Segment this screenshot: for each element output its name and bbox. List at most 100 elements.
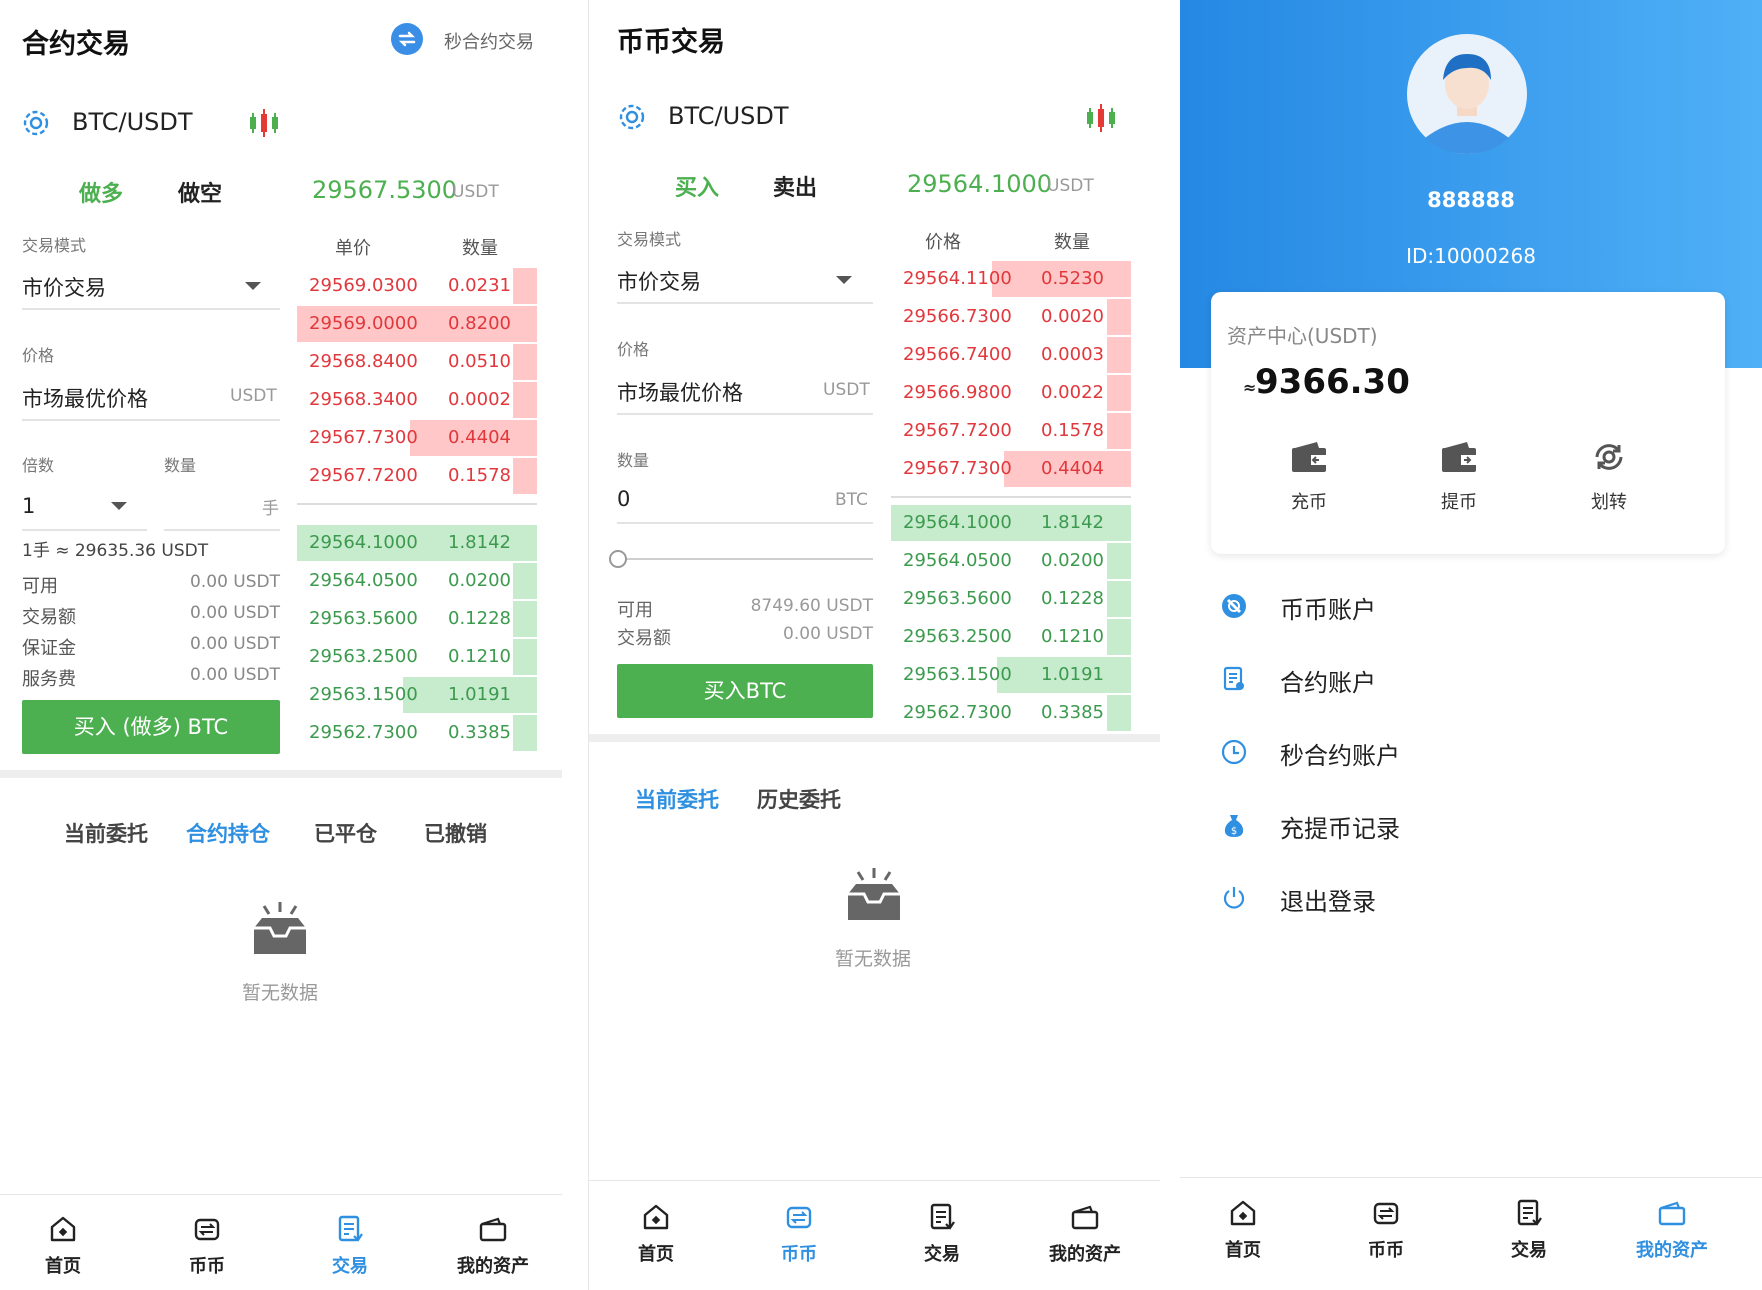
- username: 888888: [1427, 188, 1515, 212]
- orderbook-header-price: 单价: [335, 238, 371, 259]
- lot-info: 1手 ≈ 29635.36 USDT: [22, 541, 209, 561]
- qty-input[interactable]: 0: [617, 487, 630, 511]
- ask-qty: 0.0022: [1041, 382, 1104, 403]
- menu-icon-wrap: [1220, 665, 1248, 699]
- nav-item-label: 首页: [638, 1244, 674, 1265]
- nav-item-label: 币币: [1368, 1240, 1404, 1261]
- ask-price: 29567.7300: [309, 427, 418, 448]
- ask-row[interactable]: 29567.7200 0.1578: [891, 413, 1131, 449]
- amount-slider-handle[interactable]: [609, 550, 627, 568]
- nav-item[interactable]: 币币: [1326, 1198, 1446, 1262]
- chevron-down-icon[interactable]: [110, 500, 128, 512]
- ask-row[interactable]: 29564.1100 0.5230: [891, 261, 1131, 297]
- settings-gear-icon[interactable]: [616, 101, 648, 133]
- bid-row[interactable]: 29564.1000 1.8142: [297, 525, 537, 561]
- avatar[interactable]: [1407, 34, 1527, 154]
- home-icon: [643, 1204, 669, 1230]
- ask-qty: 0.4404: [1041, 458, 1104, 479]
- order-tab[interactable]: 历史委托: [757, 784, 841, 814]
- depth-bar: [513, 639, 537, 675]
- bid-row[interactable]: 29563.2500 0.1210: [891, 619, 1131, 655]
- nav-item[interactable]: 我的资产: [1025, 1202, 1145, 1266]
- asset-action[interactable]: 提币: [1419, 440, 1499, 514]
- bid-price: 29563.2500: [903, 626, 1012, 647]
- order-tab[interactable]: 已平仓: [314, 818, 377, 848]
- empty-inbox-icon: [848, 868, 900, 920]
- ask-row[interactable]: 29569.0000 0.8200: [297, 306, 537, 342]
- buy-btc-button[interactable]: 买入BTC: [617, 664, 873, 718]
- leverage-select[interactable]: 1: [22, 494, 35, 518]
- price-input[interactable]: 市场最优价格: [22, 383, 148, 413]
- asset-action[interactable]: 划转: [1569, 440, 1649, 514]
- bid-qty: 0.3385: [448, 722, 511, 743]
- ask-row[interactable]: 29569.0300 0.0231: [297, 268, 537, 304]
- trade-mode-select[interactable]: 市价交易: [22, 272, 106, 302]
- ask-row[interactable]: 29567.7300 0.4404: [297, 420, 537, 456]
- trading-pair[interactable]: BTC/USDT: [668, 102, 789, 130]
- bid-row[interactable]: 29562.7300 0.3385: [891, 695, 1131, 731]
- bid-row[interactable]: 29563.5600 0.1228: [297, 601, 537, 637]
- bid-row[interactable]: 29563.5600 0.1228: [891, 581, 1131, 617]
- ask-row[interactable]: 29567.7200 0.1578: [297, 458, 537, 494]
- account-menu-item[interactable]: 退出登录: [1220, 882, 1720, 916]
- bid-row[interactable]: 29563.1500 1.0191: [297, 677, 537, 713]
- tab-buy[interactable]: 买入: [675, 170, 719, 202]
- asset-action[interactable]: 充币: [1269, 440, 1349, 514]
- buy-long-button[interactable]: 买入 (做多) BTC: [22, 700, 280, 754]
- account-menu-item[interactable]: 秒合约账户: [1220, 736, 1720, 770]
- nav-item[interactable]: 我的资产: [1612, 1198, 1732, 1262]
- candlestick-chart-icon[interactable]: [1083, 100, 1119, 136]
- nav-item[interactable]: 我的资产: [433, 1214, 553, 1278]
- bid-row[interactable]: 29564.0500 0.0200: [297, 563, 537, 599]
- nav-item[interactable]: 币币: [147, 1214, 267, 1278]
- ask-row[interactable]: 29566.7300 0.0020: [891, 299, 1131, 335]
- bid-price: 29564.1000: [309, 532, 418, 553]
- chevron-down-icon[interactable]: [835, 274, 853, 286]
- account-menu-item[interactable]: 币币账户: [1220, 590, 1720, 624]
- trade-mode-label: 交易模式: [617, 230, 682, 249]
- ask-row[interactable]: 29567.7300 0.4404: [891, 451, 1131, 487]
- price-input[interactable]: 市场最优价格: [617, 377, 743, 407]
- trading-pair[interactable]: BTC/USDT: [72, 108, 193, 136]
- nav-item[interactable]: 交易: [1469, 1198, 1589, 1262]
- bid-row[interactable]: 29563.2500 0.1210: [297, 639, 537, 675]
- amount-slider-track[interactable]: [617, 558, 873, 560]
- order-tab[interactable]: 合约持仓: [186, 818, 270, 848]
- stat-label: 保证金: [22, 638, 76, 659]
- order-tab[interactable]: 当前委托: [635, 784, 719, 814]
- account-menu-item[interactable]: $ 充提币记录: [1220, 809, 1720, 843]
- bid-row[interactable]: 29564.1000 1.8142: [891, 505, 1131, 541]
- nav-item[interactable]: 首页: [1183, 1198, 1303, 1262]
- ask-price: 29567.7300: [903, 458, 1012, 479]
- ask-row[interactable]: 29568.8400 0.0510: [297, 344, 537, 380]
- bid-row[interactable]: 29562.7300 0.3385: [297, 715, 537, 751]
- nav-item[interactable]: 交易: [882, 1202, 1002, 1266]
- tab-sell[interactable]: 卖出: [773, 170, 817, 202]
- ask-row[interactable]: 29568.3400 0.0002: [297, 382, 537, 418]
- nav-item[interactable]: 首页: [3, 1214, 123, 1278]
- wallet-icon: [1071, 1205, 1099, 1230]
- nav-item[interactable]: 交易: [290, 1214, 410, 1278]
- ask-price: 29569.0300: [309, 275, 418, 296]
- bid-price: 29564.0500: [903, 550, 1012, 571]
- account-menu-item[interactable]: 合约账户: [1220, 663, 1720, 697]
- account-menu-label: 秒合约账户: [1280, 742, 1400, 770]
- nav-item[interactable]: 币币: [739, 1202, 859, 1266]
- qty-unit: 手: [262, 499, 279, 519]
- nav-item[interactable]: 首页: [596, 1202, 716, 1266]
- stat-label: 可用: [22, 576, 58, 597]
- tab-long[interactable]: 做多: [79, 176, 123, 208]
- order-tab[interactable]: 当前委托: [64, 818, 148, 848]
- bid-row[interactable]: 29564.0500 0.0200: [891, 543, 1131, 579]
- settings-gear-icon[interactable]: [20, 107, 52, 139]
- trade-mode-select[interactable]: 市价交易: [617, 266, 701, 296]
- ask-row[interactable]: 29566.9800 0.0022: [891, 375, 1131, 411]
- ask-row[interactable]: 29566.7400 0.0003: [891, 337, 1131, 373]
- bid-price: 29563.1500: [309, 684, 418, 705]
- chevron-down-icon[interactable]: [244, 280, 262, 292]
- candlestick-chart-icon[interactable]: [246, 105, 282, 141]
- order-tab[interactable]: 已撤销: [424, 818, 487, 848]
- bid-price: 29564.1000: [903, 512, 1012, 533]
- tab-short[interactable]: 做空: [178, 176, 222, 208]
- bid-row[interactable]: 29563.1500 1.0191: [891, 657, 1131, 693]
